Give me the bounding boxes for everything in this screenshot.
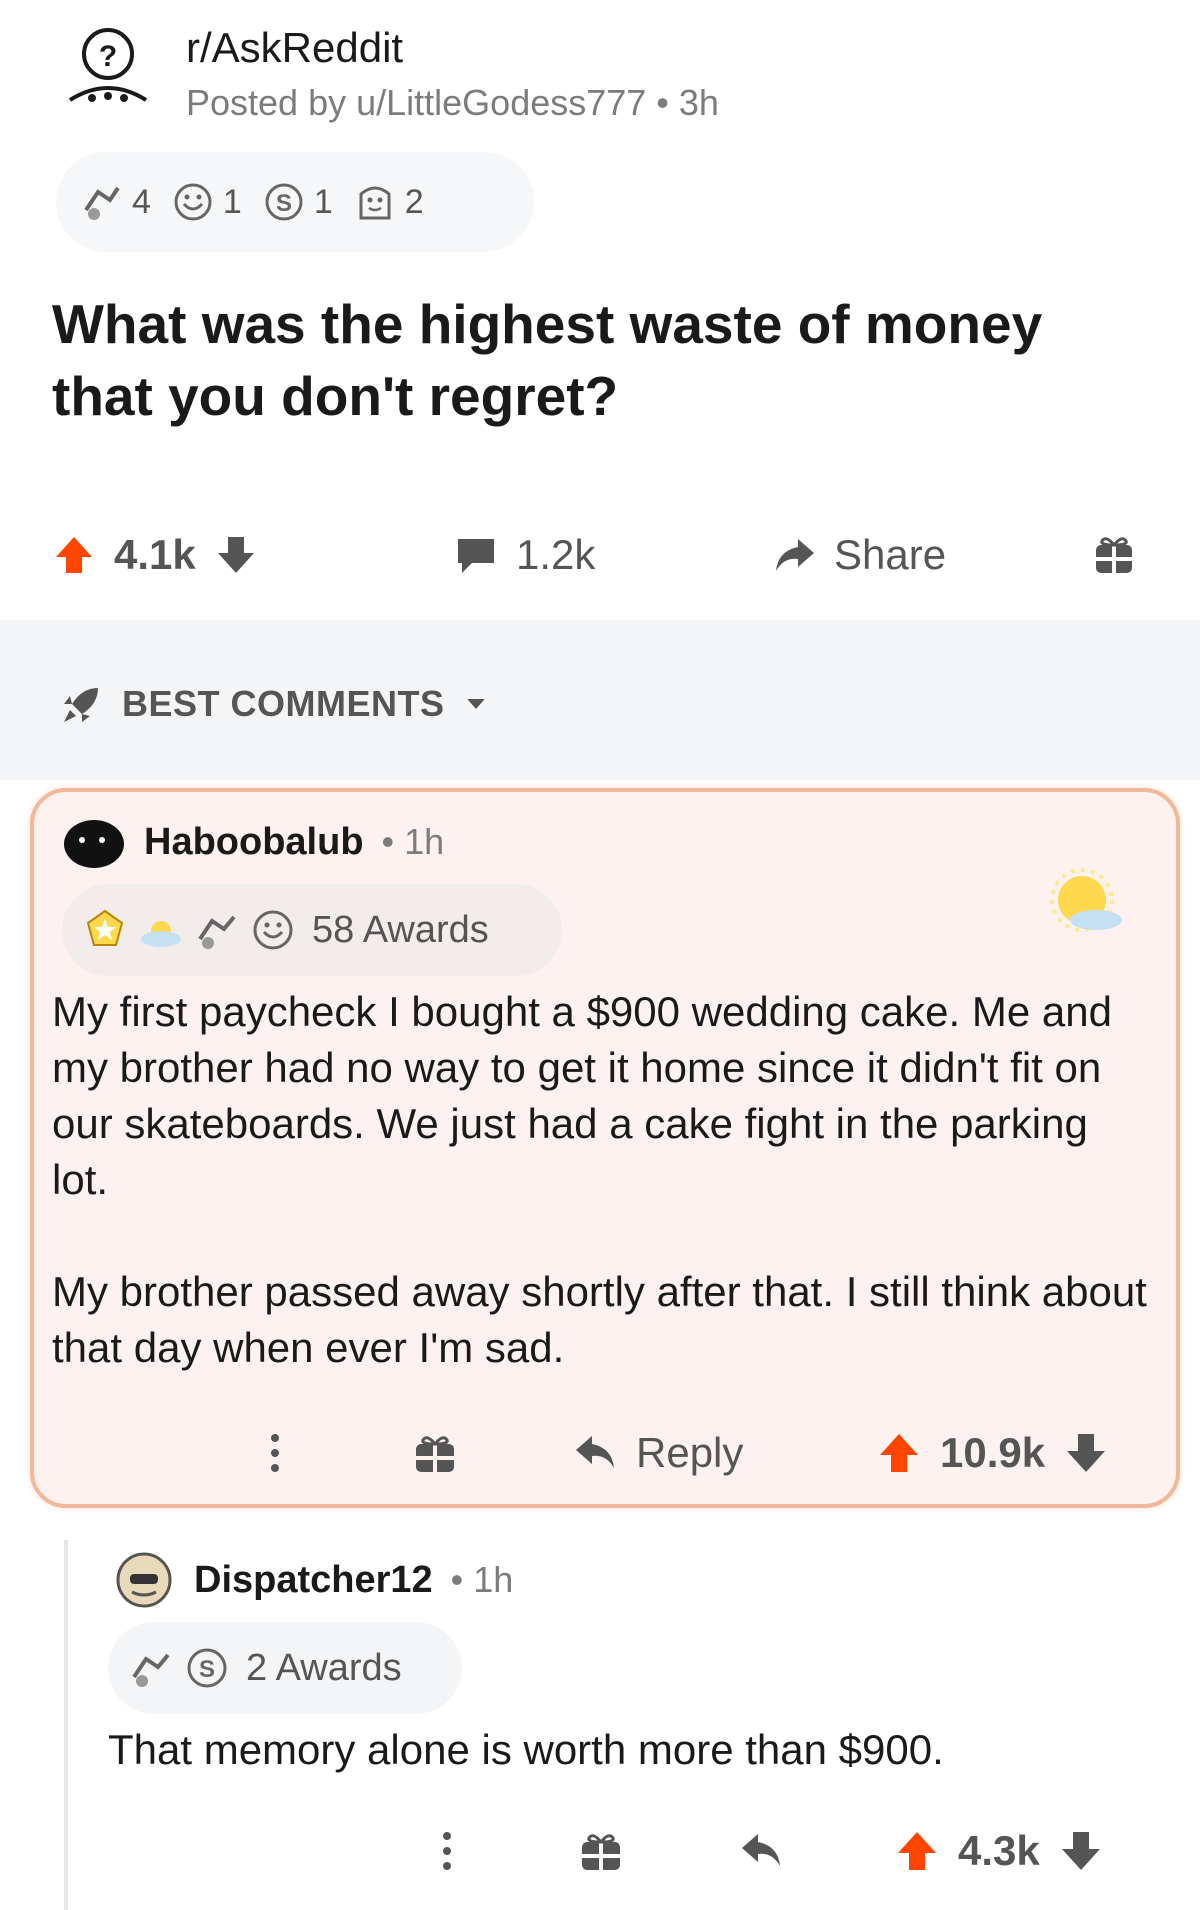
sun-award-icon: [1050, 868, 1122, 932]
reply-button[interactable]: [738, 1816, 784, 1886]
cloud-award-icon: [141, 921, 181, 947]
svg-text:S: S: [276, 190, 292, 217]
user-avatar[interactable]: [62, 810, 126, 874]
reply-button[interactable]: Reply: [572, 1418, 743, 1488]
wholesome-award-icon: [253, 910, 293, 950]
more-vertical-icon: [271, 1434, 279, 1472]
hugz-award-icon: [359, 186, 391, 220]
comment2-body: That memory alone is worth more than $90…: [108, 1722, 1158, 1778]
star-award-icon: [86, 909, 124, 946]
rocket-icon: [64, 688, 98, 722]
more-options-button[interactable]: [252, 1418, 298, 1488]
award-helpful: 4: [80, 180, 151, 224]
share-button[interactable]: Share: [772, 520, 946, 590]
comment-timestamp: • 1h: [450, 1559, 514, 1600]
comment2-header: Dispatcher12 • 1h: [112, 1548, 513, 1612]
reply-label: Reply: [636, 1429, 744, 1476]
comment1-actions: Reply 10.9k: [52, 1418, 1152, 1488]
post-header: ? r/AskReddit Posted by u/LittleGodess77…: [62, 14, 1162, 124]
comment-timestamp: • 1h: [381, 821, 445, 862]
comment-score: 4.3k: [958, 1827, 1040, 1874]
comment2-actions: 4.3k: [108, 1816, 1158, 1886]
downvote-icon[interactable]: [1058, 1828, 1104, 1874]
award-count: 1: [313, 182, 333, 221]
award-silver: S 1: [262, 180, 333, 224]
comment1-awards[interactable]: 58 Awards: [62, 884, 562, 976]
comment1-header: Haboobalub • 1h: [62, 810, 444, 874]
award-hugz: 2: [353, 180, 424, 224]
silver-award-icon: S: [265, 183, 303, 221]
sort-dropdown[interactable]: BEST COMMENTS: [58, 680, 491, 728]
more-vertical-icon: [443, 1832, 451, 1870]
comment-sort-band: BEST COMMENTS: [0, 620, 1200, 780]
share-icon: [776, 539, 814, 571]
silver-award-icon: S: [187, 1648, 227, 1688]
award-count: 2: [404, 182, 424, 221]
upvote-icon[interactable]: [876, 1430, 922, 1476]
reply-icon: [576, 1436, 614, 1468]
comment-score: 10.9k: [940, 1429, 1046, 1476]
upvote-icon[interactable]: [52, 533, 96, 577]
comment1-body: My first paycheck I bought a $900 weddin…: [52, 984, 1152, 1376]
give-award-button[interactable]: [1092, 520, 1136, 590]
post-awards[interactable]: 4 1 S 1 2: [56, 152, 534, 252]
subreddit-name[interactable]: r/AskReddit: [186, 24, 403, 72]
gift-icon: [416, 1436, 454, 1472]
comment-paragraph: My brother passed away shortly after tha…: [52, 1268, 1147, 1371]
helpful-award-icon: [84, 186, 120, 220]
svg-text:S: S: [199, 1656, 215, 1683]
gift-icon: [1096, 537, 1132, 573]
comment-username[interactable]: Haboobalub: [144, 821, 364, 864]
comment-count: 1.2k: [516, 531, 596, 578]
awards-count-label: 58 Awards: [312, 908, 489, 951]
comment1-vote-group: 10.9k: [876, 1418, 1109, 1488]
askreddit-avatar-icon[interactable]: ?: [62, 24, 154, 116]
gift-icon: [582, 1834, 620, 1870]
post-action-bar: 4.1k 1.2k Share: [52, 520, 1152, 590]
wholesome-award-icon: [174, 183, 212, 221]
reply-icon: [742, 1834, 780, 1866]
upvote-icon[interactable]: [894, 1828, 940, 1874]
post-score: 4.1k: [114, 531, 196, 578]
comment-username[interactable]: Dispatcher12: [194, 1559, 433, 1602]
sort-label: BEST COMMENTS: [122, 683, 445, 724]
posted-by: Posted by u/LittleGodess777 • 3h: [186, 82, 719, 123]
share-label: Share: [834, 531, 947, 578]
comment-paragraph: That memory alone is worth more than $90…: [108, 1726, 944, 1773]
comment-icon: [458, 539, 494, 573]
post-title[interactable]: What was the highest waste of money that…: [52, 288, 1132, 432]
downvote-icon[interactable]: [1063, 1430, 1109, 1476]
award-count: 1: [222, 182, 242, 221]
awards-count-label: 2 Awards: [246, 1646, 402, 1689]
comments-button[interactable]: 1.2k: [454, 520, 595, 590]
award-count: 4: [132, 182, 151, 221]
comment2-vote-group: 4.3k: [894, 1816, 1104, 1886]
give-award-button[interactable]: [578, 1816, 624, 1886]
helpful-award-icon: [198, 915, 236, 949]
user-avatar[interactable]: [112, 1548, 176, 1612]
caret-down-icon: [466, 699, 485, 709]
comment2-awards[interactable]: S 2 Awards: [108, 1622, 462, 1714]
post-vote-group: 4.1k: [52, 520, 258, 590]
svg-text:?: ?: [99, 40, 117, 73]
give-award-button[interactable]: [412, 1418, 458, 1488]
downvote-icon[interactable]: [214, 533, 258, 577]
award-wholesome: 1: [171, 180, 242, 224]
comment-paragraph: My first paycheck I bought a $900 weddin…: [52, 988, 1112, 1203]
helpful-award-icon: [132, 1653, 170, 1687]
more-options-button[interactable]: [424, 1816, 470, 1886]
thread-line[interactable]: [64, 1540, 68, 1910]
